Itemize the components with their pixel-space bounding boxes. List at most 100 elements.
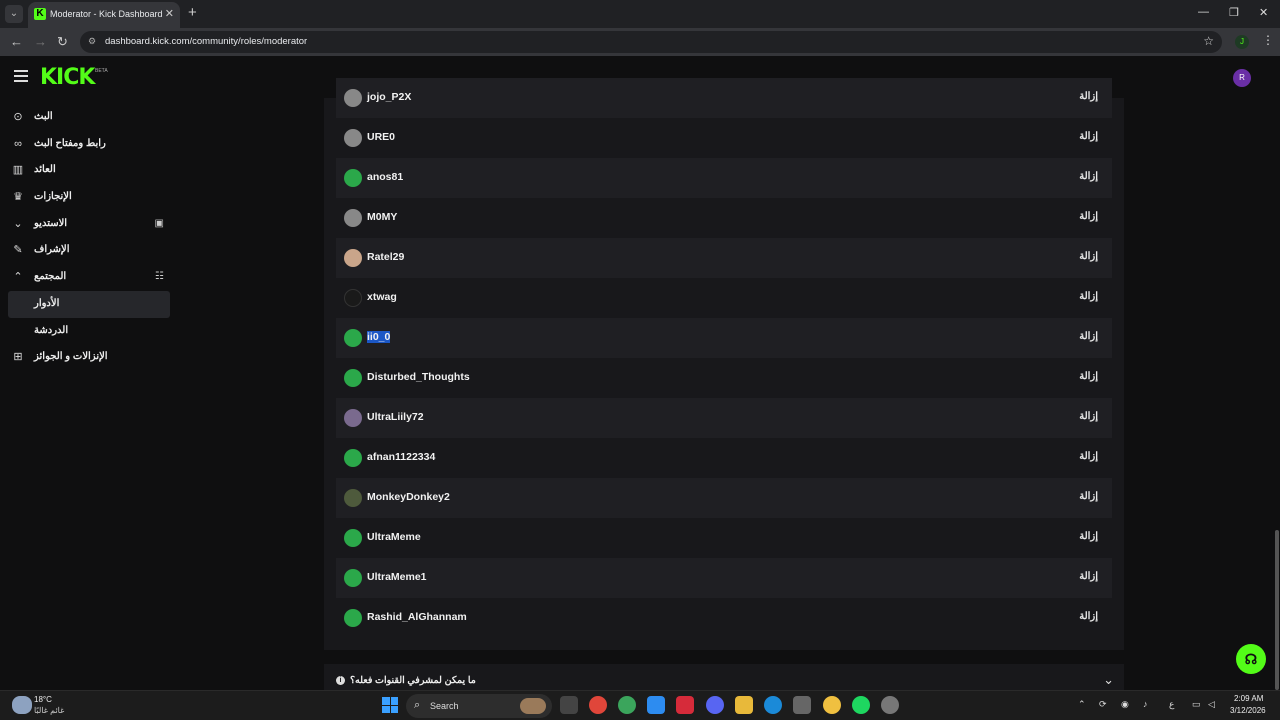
chrome-icon[interactable] <box>589 696 607 714</box>
user-avatar <box>344 209 362 227</box>
edge-icon[interactable] <box>764 696 782 714</box>
moderator-username[interactable]: Disturbed_Thoughts <box>367 371 470 383</box>
chevron-up-icon: ⌃ <box>13 271 23 284</box>
remove-button[interactable]: إزالة <box>1079 531 1098 542</box>
discord-icon[interactable] <box>706 696 724 714</box>
remove-button[interactable]: إزالة <box>1079 411 1098 422</box>
back-button[interactable]: ← <box>10 34 23 49</box>
remove-button[interactable]: إزالة <box>1079 291 1098 302</box>
task-view-icon[interactable] <box>560 696 578 714</box>
moderator-row: UltraMeme1 إزالة <box>336 558 1112 598</box>
weather-icon[interactable] <box>12 696 32 714</box>
bookmark-star-icon[interactable]: ☆ <box>1203 34 1214 48</box>
moderator-username[interactable]: MonkeyDonkey2 <box>367 491 450 503</box>
moderator-username[interactable]: anos81 <box>367 171 403 183</box>
weather-description: غائم غالبًا <box>34 706 65 715</box>
remove-button[interactable]: إزالة <box>1079 451 1098 462</box>
user-avatar <box>344 289 362 307</box>
browser-menu-icon[interactable]: ⋮ <box>1262 33 1274 47</box>
moderator-username[interactable]: UltraMeme1 <box>367 571 427 583</box>
windows-start-icon[interactable] <box>382 697 398 713</box>
kick-logo[interactable]: KICK <box>40 65 95 90</box>
moderator-row: UltraMeme إزالة <box>336 518 1112 558</box>
hamburger-menu-icon[interactable] <box>14 70 28 82</box>
moderator-faq-accordion[interactable]: i ما يمكن لمشرفي القنوات فعله؟ ⌄ <box>324 664 1124 692</box>
remove-button[interactable]: إزالة <box>1079 91 1098 102</box>
network-app-icon[interactable]: ◉ <box>1121 699 1129 710</box>
moderator-username[interactable]: xtwag <box>367 291 397 303</box>
sidebar-item-studio[interactable]: ⌄ الاستديو ▣ <box>8 211 170 238</box>
moderator-row: UltraLiily72 إزالة <box>336 398 1112 438</box>
chrome-profile-icon[interactable] <box>618 696 636 714</box>
sidebar-item-revenue[interactable]: ▥ العائد <box>8 157 170 184</box>
user-avatar <box>344 609 362 627</box>
remove-button[interactable]: إزالة <box>1079 491 1098 502</box>
sidebar-item-drops[interactable]: ⊞ الإنزالات و الجوائز <box>8 344 170 371</box>
clock-date[interactable]: 3/12/2026 <box>1230 706 1266 715</box>
support-chat-button[interactable]: ☊ <box>1236 644 1266 674</box>
tab-close-icon[interactable]: ✕ <box>165 7 174 20</box>
remove-button[interactable]: إزالة <box>1079 611 1098 622</box>
moderator-row: ii0_0 إزالة <box>336 318 1112 358</box>
sidebar-item-achievements[interactable]: ♛ الإنجازات <box>8 184 170 211</box>
browser-tab[interactable]: K Moderator - Kick Dashboard ✕ <box>28 2 180 28</box>
spotify-icon[interactable] <box>852 696 870 714</box>
chevron-down-icon[interactable]: ⌄ <box>1103 672 1114 688</box>
volume-icon[interactable]: ◁ <box>1208 699 1215 710</box>
moderator-username[interactable]: afnan1122334 <box>367 451 435 463</box>
adobe-icon[interactable] <box>676 696 694 714</box>
taskbar-search[interactable]: ⌕ Search <box>406 694 552 718</box>
weather-temperature: 18°C <box>34 695 52 704</box>
remove-button[interactable]: إزالة <box>1079 371 1098 382</box>
moderator-username[interactable]: Ratel29 <box>367 251 404 263</box>
remove-button[interactable]: إزالة <box>1079 571 1098 582</box>
address-bar[interactable]: ⚙ dashboard.kick.com/community/roles/mod… <box>80 31 1222 53</box>
sidebar-item-moderation[interactable]: ✎ الإشراف <box>8 237 170 264</box>
tab-search-button[interactable]: ⌄ <box>5 5 23 23</box>
sidebar-item-chat[interactable]: الدردشة <box>8 318 170 345</box>
trophy-icon: ♛ <box>13 191 23 204</box>
restore-button[interactable]: ❐ <box>1229 6 1239 19</box>
forward-button[interactable]: → <box>34 34 47 49</box>
browser-app-icon[interactable] <box>823 696 841 714</box>
language-indicator[interactable]: ع <box>1169 699 1174 710</box>
moderator-list-panel: jojo_P2X إزالة URE0 إزالة anos81 إزالة M… <box>324 78 1124 650</box>
sidebar-item-community[interactable]: ⌃ المجتمع ☷ <box>8 264 170 291</box>
new-tab-button[interactable]: + <box>188 4 197 21</box>
user-avatar[interactable]: R <box>1233 69 1251 87</box>
moderator-username[interactable]: Rashid_AlGhannam <box>367 611 467 623</box>
moderator-username[interactable]: ii0_0 <box>367 331 391 343</box>
app-icon[interactable] <box>881 696 899 714</box>
page-scrollbar[interactable] <box>1275 530 1279 690</box>
microphone-icon[interactable]: ♪ <box>1143 699 1148 709</box>
remove-button[interactable]: إزالة <box>1079 171 1098 182</box>
sidebar-item-roles[interactable]: الأدوار <box>8 290 170 318</box>
clock-time[interactable]: 2:09 AM <box>1234 694 1263 703</box>
user-avatar <box>344 489 362 507</box>
remove-button[interactable]: إزالة <box>1079 131 1098 142</box>
site-info-icon[interactable]: ⚙ <box>88 36 98 46</box>
wifi-icon[interactable]: ▭ <box>1192 699 1201 710</box>
moderator-username[interactable]: URE0 <box>367 131 395 143</box>
sidebar-item-stream-key[interactable]: ∞ رابط ومفتاح البث <box>8 131 170 158</box>
moderator-username[interactable]: UltraMeme <box>367 531 421 543</box>
moderator-username[interactable]: UltraLiily72 <box>367 411 424 423</box>
reload-button[interactable]: ↻ <box>57 34 68 50</box>
file-explorer-icon[interactable] <box>735 696 753 714</box>
user-avatar <box>344 409 362 427</box>
browser-profile-avatar[interactable]: J <box>1235 35 1249 49</box>
moderator-username[interactable]: jojo_P2X <box>367 91 411 103</box>
close-window-button[interactable]: ✕ <box>1259 6 1268 19</box>
remove-button[interactable]: إزالة <box>1079 251 1098 262</box>
moderator-username[interactable]: M0MY <box>367 211 397 223</box>
minimize-button[interactable]: — <box>1198 6 1209 18</box>
faq-question: ما يمكن لمشرفي القنوات فعله؟ <box>350 675 476 686</box>
copilot-icon[interactable] <box>647 696 665 714</box>
store-icon[interactable] <box>793 696 811 714</box>
sync-icon[interactable]: ⟳ <box>1099 699 1107 710</box>
remove-button[interactable]: إزالة <box>1079 211 1098 222</box>
remove-button[interactable]: إزالة <box>1079 331 1098 342</box>
sidebar-item-stream[interactable]: ⊙ البث <box>8 104 170 131</box>
moderator-row: M0MY إزالة <box>336 198 1112 238</box>
tray-overflow-icon[interactable]: ⌃ <box>1078 699 1086 710</box>
